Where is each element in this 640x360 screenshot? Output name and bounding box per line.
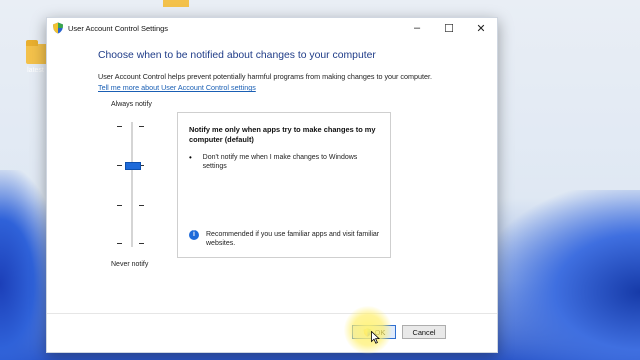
dialog-footer: OK Cancel (47, 313, 497, 352)
recommendation-row: i Recommended if you use familiar apps a… (189, 230, 384, 248)
slider-tick (139, 126, 144, 128)
description-text: User Account Control helps prevent poten… (98, 72, 432, 81)
slider-tick (117, 126, 122, 128)
notification-level-slider[interactable] (117, 122, 147, 247)
slider-tick (139, 205, 144, 207)
slider-tick (117, 165, 122, 167)
minimize-button[interactable]: – (401, 18, 433, 38)
slider-track[interactable] (131, 122, 133, 247)
slider-tick (139, 243, 144, 245)
level-title: Notify me only when apps try to make cha… (189, 125, 376, 144)
bullet-icon: • (189, 153, 192, 162)
recommendation-text: Recommended if you use familiar apps and… (206, 231, 380, 247)
info-icon: i (189, 230, 199, 240)
slider-tick (117, 243, 122, 245)
desktop-folder-icon-top[interactable] (163, 0, 189, 7)
learn-more-link[interactable]: Tell me more about User Account Control … (98, 83, 497, 92)
uac-settings-window: User Account Control Settings – ☐ ✕ Choo… (46, 17, 498, 353)
uac-shield-icon (53, 22, 63, 34)
cancel-button[interactable]: Cancel (402, 325, 446, 339)
page-heading: Choose when to be notified about changes… (98, 50, 376, 61)
slider-top-label: Always notify (111, 101, 152, 108)
bullet-text: Don't notify me when I make changes to W… (202, 154, 358, 170)
desktop-wallpaper-right (490, 190, 640, 360)
title-bar[interactable]: User Account Control Settings – ☐ ✕ (47, 18, 497, 38)
slider-thumb[interactable] (125, 162, 141, 170)
level-bullet: • Don't notify me when I make changes to… (189, 153, 379, 171)
slider-bottom-label: Never notify (111, 261, 149, 268)
close-button[interactable]: ✕ (465, 18, 497, 38)
mouse-cursor-icon (371, 331, 380, 344)
window-title: User Account Control Settings (68, 23, 169, 33)
slider-tick (117, 205, 122, 207)
level-description-box: Notify me only when apps try to make cha… (177, 112, 391, 258)
maximize-button[interactable]: ☐ (433, 18, 465, 38)
